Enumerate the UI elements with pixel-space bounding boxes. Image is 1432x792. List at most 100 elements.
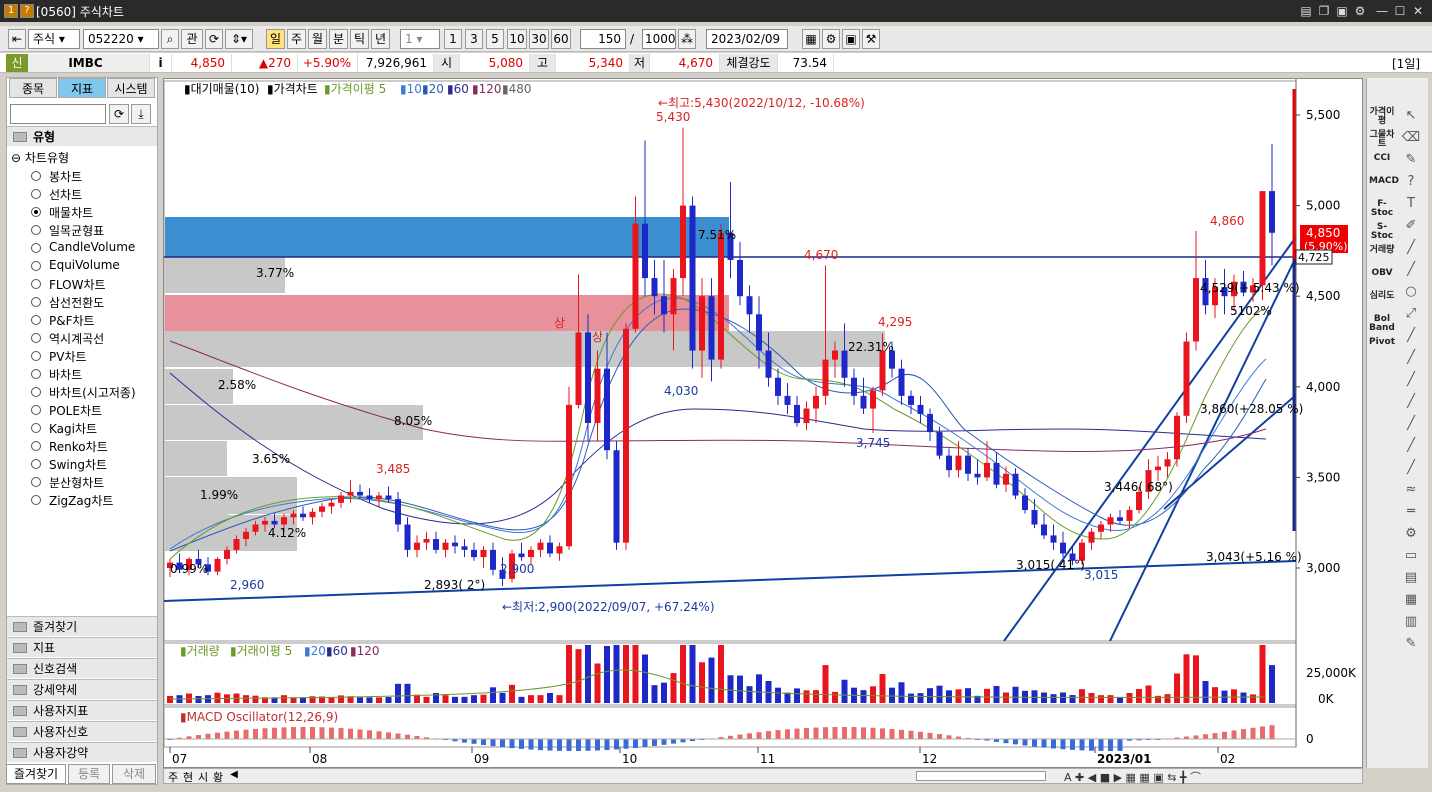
tab-system[interactable]: 시스템 bbox=[107, 78, 155, 98]
date-input[interactable]: 2023/02/09 ▾ bbox=[706, 29, 788, 64]
indicator-tool[interactable]: Bol Band bbox=[1369, 315, 1395, 333]
drawing-tool-icon[interactable]: ✎ bbox=[1399, 152, 1423, 170]
drawing-tool-icon[interactable]: ╱ bbox=[1399, 394, 1423, 412]
market-select[interactable]: 주식 ▾ bbox=[28, 29, 80, 49]
type-radio[interactable] bbox=[31, 225, 41, 235]
type-radio[interactable] bbox=[31, 279, 41, 289]
type-radio[interactable] bbox=[31, 459, 41, 469]
type-radio[interactable] bbox=[31, 495, 41, 505]
copy-icon[interactable]: ❐ bbox=[1316, 3, 1332, 19]
type-label[interactable]: 바차트(시고저종) bbox=[49, 384, 136, 401]
chart-area[interactable]: 5,500 5,000 4,500 4,000 3,500 3,000 25,000K 0K 0… bbox=[163, 78, 1363, 768]
shortcut-5[interactable]: 5 bbox=[486, 29, 504, 49]
panel-5[interactable]: 사용자신호 bbox=[7, 721, 157, 741]
type-label[interactable]: 삼선전환도 bbox=[49, 294, 104, 311]
chart-svg[interactable]: 5,500 5,000 4,500 4,000 3,500 3,000 25,000K 0K 0… bbox=[163, 79, 1364, 769]
grid-icon[interactable]: ⁂ bbox=[678, 29, 696, 49]
section-type[interactable]: 유형 bbox=[7, 126, 157, 146]
total-input[interactable]: 1000 bbox=[642, 29, 676, 49]
type-radio[interactable] bbox=[31, 189, 41, 199]
interval-select[interactable]: 1 ▾ bbox=[400, 29, 440, 49]
type-radio[interactable] bbox=[31, 243, 41, 253]
close-icon[interactable]: ✕ bbox=[1410, 3, 1426, 19]
code-input[interactable]: 052220 ▾ bbox=[83, 29, 159, 49]
info-icon[interactable]: i bbox=[150, 54, 172, 72]
drawing-tool-icon[interactable]: ✐ bbox=[1399, 218, 1423, 236]
type-radio[interactable] bbox=[31, 171, 41, 181]
tools-icon[interactable]: ⚒ bbox=[862, 29, 880, 49]
nav-icons[interactable]: A ✚ ◀ ■ ▶ ▦ ▦ ▣ ⇆ ╋ ⌒ bbox=[1064, 769, 1201, 785]
save-icon[interactable]: ▣ bbox=[842, 29, 860, 49]
sidebar-download-icon[interactable]: ⤓ bbox=[131, 104, 151, 124]
scrollbar[interactable] bbox=[916, 771, 1046, 781]
type-label[interactable]: 역시계곡선 bbox=[49, 330, 104, 347]
footer-tab[interactable]: 주 bbox=[166, 769, 180, 785]
type-label[interactable]: FLOW차트 bbox=[49, 276, 106, 293]
type-label[interactable]: CandleVolume bbox=[49, 240, 135, 254]
footer-tab[interactable]: 시 bbox=[196, 769, 210, 785]
indicator-tool[interactable]: Pivot bbox=[1369, 338, 1395, 347]
type-radio[interactable] bbox=[31, 477, 41, 487]
drawing-tool-icon[interactable]: ? bbox=[1399, 174, 1423, 192]
shortcut-3[interactable]: 3 bbox=[465, 29, 483, 49]
drawing-tool-icon[interactable]: ▥ bbox=[1399, 614, 1423, 632]
drawing-tool-icon[interactable]: ▭ bbox=[1399, 548, 1423, 566]
drawing-tool-icon[interactable]: ╱ bbox=[1399, 416, 1423, 434]
period-month[interactable]: 월 bbox=[308, 29, 327, 49]
shortcut-60[interactable]: 60 bbox=[551, 29, 571, 49]
type-label[interactable]: Swing차트 bbox=[49, 456, 107, 473]
tab-stocks[interactable]: 종목 bbox=[9, 78, 57, 98]
indicator-tool[interactable]: MACD bbox=[1369, 177, 1399, 186]
type-label[interactable]: 분산형차트 bbox=[49, 474, 104, 491]
drawing-tool-icon[interactable]: T bbox=[1399, 196, 1423, 214]
drawing-tool-icon[interactable]: ▤ bbox=[1399, 570, 1423, 588]
drawing-tool-icon[interactable]: ╱ bbox=[1399, 328, 1423, 346]
indicator-tool[interactable]: 그물차트 bbox=[1369, 131, 1395, 149]
period-minute[interactable]: 분 bbox=[329, 29, 348, 49]
type-radio[interactable] bbox=[31, 369, 41, 379]
drawing-tool-icon[interactable]: ╱ bbox=[1399, 460, 1423, 478]
panel-6[interactable]: 사용자강약 bbox=[7, 742, 157, 762]
shortcut-30[interactable]: 30 bbox=[529, 29, 549, 49]
shortcut-10[interactable]: 10 bbox=[507, 29, 527, 49]
drawing-tool-icon[interactable]: ╱ bbox=[1399, 350, 1423, 368]
type-radio[interactable] bbox=[31, 387, 41, 397]
type-label[interactable]: POLE차트 bbox=[49, 402, 102, 419]
favorites-tab[interactable]: 즐겨찾기 bbox=[6, 764, 66, 784]
refresh-icon[interactable]: ⟳ bbox=[205, 29, 223, 49]
shortcut-1[interactable]: 1 bbox=[444, 29, 462, 49]
count-input[interactable]: 150 bbox=[580, 29, 626, 49]
type-radio[interactable] bbox=[31, 315, 41, 325]
type-label[interactable]: EquiVolume bbox=[49, 258, 120, 272]
drawing-tool-icon[interactable]: ═ bbox=[1399, 504, 1423, 522]
type-label[interactable]: Renko차트 bbox=[49, 438, 108, 455]
drawing-tool-icon[interactable]: ╱ bbox=[1399, 438, 1423, 456]
drawing-tool-icon[interactable]: ╱ bbox=[1399, 262, 1423, 280]
drawing-tool-icon[interactable]: ▦ bbox=[1399, 592, 1423, 610]
drawing-tool-icon[interactable]: ⌫ bbox=[1399, 130, 1423, 148]
drawing-tool-icon[interactable]: ↖ bbox=[1399, 108, 1423, 126]
panel-3[interactable]: 강세약세 bbox=[7, 679, 157, 699]
panel-1[interactable]: 지표 bbox=[7, 637, 157, 657]
lookup-button[interactable]: 관 bbox=[181, 29, 203, 49]
chart-type-group[interactable]: ⊖ 차트유형 bbox=[11, 149, 69, 166]
register-button[interactable]: 등록 bbox=[68, 764, 110, 784]
drawing-tool-icon[interactable]: ✎ bbox=[1399, 636, 1423, 654]
config-icon[interactable]: ⚙ bbox=[822, 29, 840, 49]
drawing-tool-icon[interactable]: ⤢ bbox=[1399, 306, 1423, 324]
sidebar-refresh-icon[interactable]: ⟳ bbox=[109, 104, 129, 124]
type-label[interactable]: 일목균형표 bbox=[49, 222, 104, 239]
period-year[interactable]: 년 bbox=[371, 29, 390, 49]
period-week[interactable]: 주 bbox=[287, 29, 306, 49]
chart-icon[interactable]: ▦ bbox=[802, 29, 820, 49]
help-badge[interactable]: ? bbox=[20, 4, 34, 18]
type-label[interactable]: 선차트 bbox=[49, 186, 82, 203]
indicator-tool[interactable]: S-Stoc bbox=[1369, 223, 1395, 241]
drawing-tool-icon[interactable]: ╱ bbox=[1399, 240, 1423, 258]
drawing-tool-icon[interactable]: ○ bbox=[1399, 284, 1423, 302]
type-label[interactable]: PV차트 bbox=[49, 348, 87, 365]
sidebar-search-input[interactable] bbox=[10, 104, 106, 124]
settings-icon[interactable]: ⚙ bbox=[1352, 3, 1368, 19]
type-radio[interactable] bbox=[31, 405, 41, 415]
drawing-tool-icon[interactable]: ⚙ bbox=[1399, 526, 1423, 544]
